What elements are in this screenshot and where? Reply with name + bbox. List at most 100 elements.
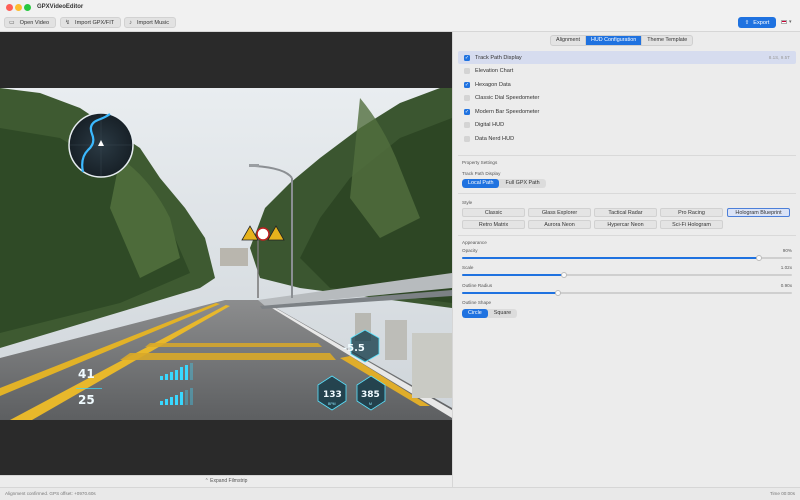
music-note-icon: ♪	[129, 19, 132, 26]
slider-value: 90%	[782, 248, 792, 253]
style-aurora-neon[interactable]: Aurora Neon	[528, 220, 591, 229]
style-label: Style	[462, 200, 473, 205]
app-title: GPXVideoEditor	[37, 4, 84, 10]
import-gpx-label: Import GPX/FIT	[75, 19, 115, 26]
export-button[interactable]: ⇧ Export	[738, 17, 776, 28]
tab-theme-template[interactable]: Theme Template	[642, 36, 692, 45]
checkbox[interactable]	[464, 95, 470, 101]
film-icon: ▭	[9, 20, 15, 26]
hud-item-meta: 8.1S, 9.5T	[768, 55, 790, 60]
divider	[458, 235, 796, 236]
route-icon: ↯	[65, 20, 71, 26]
hud-item-label: Hexagon Data	[475, 81, 511, 88]
status-message: Alignment confirmed. GPS offset: +0970.6…	[5, 491, 96, 496]
hud-element-list: ✓ Track Path Display 8.1S, 9.5T Elevatio…	[458, 51, 796, 151]
tab-alignment[interactable]: Alignment	[551, 36, 586, 45]
slider-knob[interactable]	[756, 255, 762, 261]
style-classic[interactable]: Classic	[462, 208, 525, 217]
slider-label: Opacity	[462, 248, 478, 253]
hud-item-label: Classic Dial Speedometer	[475, 95, 540, 101]
checkbox[interactable]: ✓	[464, 81, 470, 88]
hud-item-hexagon-data[interactable]: ✓ Hexagon Data	[458, 78, 796, 91]
opacity-slider[interactable]	[462, 255, 792, 261]
hud-grade: -5.5	[343, 343, 365, 354]
tab-hud-configuration[interactable]: HUD Configuration	[585, 36, 643, 45]
checkbox[interactable]	[464, 68, 470, 74]
share-icon: ⇧	[744, 19, 750, 26]
hud-value-2: 385	[361, 390, 380, 400]
slider-label: Scale	[462, 265, 474, 270]
import-music-label: Import Music	[137, 19, 170, 26]
style-glass-explorer[interactable]: Glass Explorer	[528, 208, 591, 217]
outline-shape-circle[interactable]: Circle	[462, 309, 488, 318]
outline-shape-label: Outline Shape	[462, 300, 492, 305]
track-path-label: Track Path Display	[462, 171, 501, 176]
style-sci-fi-hologram[interactable]: Sci-Fi Hologram	[660, 220, 723, 229]
settings-panel: Alignment HUD Configuration Theme Templa…	[452, 32, 800, 487]
slider-knob[interactable]	[555, 290, 561, 296]
property-settings-header: Property Settings	[462, 160, 498, 165]
outline-radius-slider[interactable]	[462, 290, 792, 296]
hud-value-1: 133	[323, 390, 342, 400]
checkbox[interactable]: ✓	[464, 54, 470, 61]
hud-item-label: Modern Bar Speedometer	[475, 108, 540, 115]
video-frame: 41 25 -5.5 133 BPM 385 M	[0, 88, 452, 420]
hud-value-2-unit: M	[369, 402, 372, 406]
slider-knob[interactable]	[561, 272, 567, 278]
language-selector[interactable]: ▾	[781, 19, 792, 25]
path-mode-toggle: Local Path Full GPX Path	[462, 179, 546, 188]
style-hologram-blueprint[interactable]: Hologram Blueprint	[727, 208, 790, 217]
style-pro-racing[interactable]: Pro Racing	[660, 208, 723, 217]
import-gpx-button[interactable]: ↯ Import GPX/FIT	[60, 17, 122, 28]
scale-slider[interactable]	[462, 272, 792, 278]
slider-fill	[462, 274, 564, 276]
flag-icon	[781, 20, 787, 24]
expand-filmstrip-label: Expand Filmstrip	[210, 478, 248, 484]
divider	[458, 193, 796, 194]
appearance-label: Appearance	[462, 240, 487, 245]
hud-speed-2: 25	[78, 393, 95, 407]
slider-value: 1.02x	[780, 265, 792, 270]
hud-item-data-nerd[interactable]: Data Nerd HUD	[458, 132, 796, 145]
hud-item-elevation-chart[interactable]: Elevation Chart	[458, 65, 796, 78]
checkbox[interactable]	[464, 122, 470, 128]
style-tactical-radar[interactable]: Tactical Radar	[594, 208, 657, 217]
close-window-button[interactable]	[6, 4, 13, 11]
hud-item-label: Digital HUD	[475, 122, 505, 128]
chevron-down-icon: ▾	[789, 19, 792, 25]
style-hypercar-neon[interactable]: Hypercar Neon	[594, 220, 657, 229]
open-video-label: Open Video	[19, 19, 50, 26]
zoom-window-button[interactable]	[24, 4, 31, 11]
outline-shape-square[interactable]: Square	[488, 309, 517, 318]
hud-item-digital-hud[interactable]: Digital HUD	[458, 119, 796, 132]
path-mode-full[interactable]: Full GPX Path	[499, 179, 545, 188]
hud-item-track-path-display[interactable]: ✓ Track Path Display 8.1S, 9.5T	[458, 51, 796, 64]
outline-shape-toggle: Circle Square	[462, 309, 518, 318]
chevron-up-icon: ⌃	[204, 478, 209, 484]
panel-tabs: Alignment HUD Configuration Theme Templa…	[550, 35, 694, 46]
slider-fill	[462, 257, 759, 259]
hud-item-modern-bar[interactable]: ✓ Modern Bar Speedometer	[458, 105, 796, 118]
slider-value: 0.90x	[780, 283, 792, 288]
style-retro-matrix[interactable]: Retro Matrix	[462, 220, 525, 229]
status-time: Time 00:00s	[769, 491, 795, 496]
video-preview[interactable]: 41 25 -5.5 133 BPM 385 M	[0, 32, 452, 475]
hud-speed-1: 41	[78, 367, 95, 381]
hud-item-label: Data Nerd HUD	[475, 135, 515, 142]
minimize-window-button[interactable]	[15, 4, 22, 11]
hud-item-label: Track Path Display	[475, 54, 522, 61]
hud-value-1-unit: BPM	[328, 402, 336, 406]
slider-label: Outline Radius	[462, 283, 493, 288]
hud-item-label: Elevation Chart	[475, 68, 514, 74]
expand-filmstrip-button[interactable]: ⌃ Expand Filmstrip	[0, 475, 452, 487]
open-video-button[interactable]: ▭ Open Video	[4, 17, 57, 28]
status-bar: Alignment confirmed. GPS offset: +0970.6…	[0, 487, 800, 500]
export-label: Export	[753, 19, 770, 26]
title-bar: GPXVideoEditor ▭ Open Video ↯ Import GPX…	[0, 0, 800, 32]
import-music-button[interactable]: ♪ Import Music	[124, 17, 177, 28]
checkbox[interactable]	[464, 135, 470, 142]
path-mode-local[interactable]: Local Path	[462, 179, 500, 188]
checkbox[interactable]: ✓	[464, 108, 470, 115]
slider-fill	[462, 292, 558, 294]
hud-item-classic-dial[interactable]: Classic Dial Speedometer	[458, 92, 796, 105]
